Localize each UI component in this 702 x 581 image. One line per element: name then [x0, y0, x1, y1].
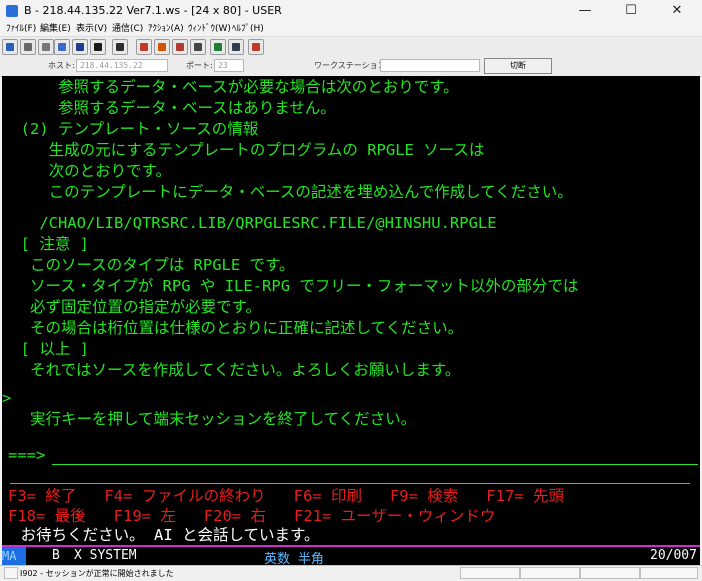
macro-icon — [232, 43, 240, 51]
terminal-line: (2) テンプレート・ソースの情報 — [2, 120, 259, 138]
function-keys-row-1: F3= 終了 F4= ファイルの終わり F6= 印刷 F9= 検索 F17= 先… — [8, 487, 564, 505]
copy-icon — [24, 43, 32, 51]
settings-button[interactable] — [248, 39, 264, 55]
status-cell-2 — [520, 567, 580, 579]
paste-button[interactable] — [38, 39, 54, 55]
host-field[interactable]: 218.44.135.22 — [76, 59, 168, 72]
copy-button[interactable] — [20, 39, 36, 55]
terminal-line: ソース・タイプが RPG や ILE-RPG でフリー・フォーマット以外の部分で… — [2, 277, 579, 295]
port-label: ポート: — [186, 61, 213, 70]
select-button[interactable] — [54, 39, 70, 55]
play-icon — [176, 43, 184, 51]
operator-info-area: MA B X SYSTEM 英数 半角 20/007 — [2, 545, 700, 565]
terminal-line: 次のとおりです。 — [2, 162, 172, 180]
terminal-line: [ 注意 ] — [2, 235, 89, 253]
globe-button[interactable] — [210, 39, 226, 55]
terminal-line: /CHAO/LIB/QTRSRC.LIB/QRPGLESRC.FILE/@HIN… — [2, 214, 497, 232]
menu-edit[interactable]: 編集(E) — [40, 22, 71, 36]
terminal-line: 実行キーを押して端末セッションを終了してください。 — [2, 410, 417, 428]
close-button[interactable]: ✕ — [654, 0, 700, 22]
minimize-button[interactable]: — — [562, 0, 608, 22]
separator-line — [10, 483, 690, 484]
port-field[interactable]: 23 — [214, 59, 244, 72]
chart-icon — [140, 43, 148, 51]
monitor-button[interactable] — [90, 39, 106, 55]
terminal-line: > — [2, 389, 12, 407]
connection-bar: ホスト: 218.44.135.22 ポート: 23 ワークステーション ID:… — [0, 56, 702, 77]
toolbar — [0, 36, 702, 58]
session-button[interactable] — [72, 39, 88, 55]
terminal-line: その場合は桁位置は仕様のとおりに正確に記述してください。 — [2, 319, 464, 337]
monitor-icon — [94, 43, 102, 51]
oia-cursor-position: 20/007 — [650, 548, 697, 563]
paste-icon — [42, 43, 50, 51]
terminal-line: 生成の元にするテンプレートのプログラムの RPGLE ソースは — [2, 141, 485, 159]
status-bar: I902 - セッションが正常に開始されました — [0, 565, 702, 581]
workstation-id-field[interactable] — [380, 59, 480, 72]
host-label: ホスト: — [48, 61, 75, 70]
session-icon — [76, 43, 84, 51]
menu-bar: ﾌｧｲﾙ(F) 編集(E) 表示(V) 通信(C) ｱｸｼｮﾝ(A) ｳｨﾝﾄﾞ… — [0, 22, 702, 36]
title-bar: B - 218.44.135.22 Ver7.1.ws - [24 x 80] … — [0, 0, 702, 22]
select-icon — [58, 43, 66, 51]
stop-button[interactable] — [190, 39, 206, 55]
terminal-line: 参照するデータ・ベースはありません。 — [2, 99, 336, 117]
status-cell-4 — [640, 567, 698, 579]
oia-mode-indicator: MA — [2, 547, 26, 565]
terminal-screen[interactable]: 参照するデータ・ベースが必要な場合は次のとおりです。 参照するデータ・ベースはあ… — [2, 76, 700, 545]
status-cell-3 — [580, 567, 640, 579]
menu-action[interactable]: ｱｸｼｮﾝ(A) — [148, 22, 184, 36]
menu-file[interactable]: ﾌｧｲﾙ(F) — [6, 22, 36, 36]
chart-button[interactable] — [136, 39, 152, 55]
menu-view[interactable]: 表示(V) — [76, 22, 107, 36]
play-button[interactable] — [172, 39, 188, 55]
terminal-line: [ 以上 ] — [2, 340, 89, 358]
terminal-line: このソースのタイプは RPGLE です。 — [2, 256, 295, 274]
oia-input-mode: 英数 半角 — [264, 552, 324, 565]
terminal-line: 参照するデータ・ベースが必要な場合は次のとおりです。 — [2, 78, 459, 96]
display-icon — [116, 43, 124, 51]
menu-help[interactable]: ﾍﾙﾌﾟ(H) — [232, 22, 264, 36]
display-button[interactable] — [112, 39, 128, 55]
command-prompt: ===> — [8, 446, 46, 464]
menu-window[interactable]: ｳｨﾝﾄﾞｳ(W) — [188, 22, 231, 36]
terminal-line: このテンプレートにデータ・ベースの記述を埋め込んで作成してください。 — [2, 183, 573, 201]
oia-session: B — [52, 548, 60, 563]
app-icon — [6, 5, 18, 17]
wait-message: お待ちください。 AI と会話しています。 — [2, 526, 320, 544]
menu-comm[interactable]: 通信(C) — [112, 22, 143, 36]
oia-system-indicator: X SYSTEM — [74, 548, 137, 563]
window-title: B - 218.44.135.22 Ver7.1.ws - [24 x 80] … — [24, 4, 282, 17]
record-icon — [158, 43, 166, 51]
disconnect-button[interactable]: 切断 — [484, 58, 552, 74]
status-cell-1 — [460, 567, 520, 579]
screen-button[interactable] — [2, 39, 18, 55]
screen-icon — [6, 43, 14, 51]
globe-icon — [214, 43, 222, 51]
terminal-line: 必ず固定位置の指定が必要です。 — [2, 298, 261, 316]
command-input[interactable] — [52, 445, 692, 463]
status-message: I902 - セッションが正常に開始されました — [20, 569, 174, 578]
command-underline — [52, 464, 698, 465]
record-button[interactable] — [154, 39, 170, 55]
terminal-line: それではソースを作成してください。よろしくお願いします。 — [2, 361, 461, 379]
stop-icon — [194, 43, 202, 51]
maximize-button[interactable]: ☐ — [608, 0, 654, 22]
status-indicator — [4, 567, 18, 579]
settings-icon — [252, 43, 260, 51]
macro-button[interactable] — [228, 39, 244, 55]
